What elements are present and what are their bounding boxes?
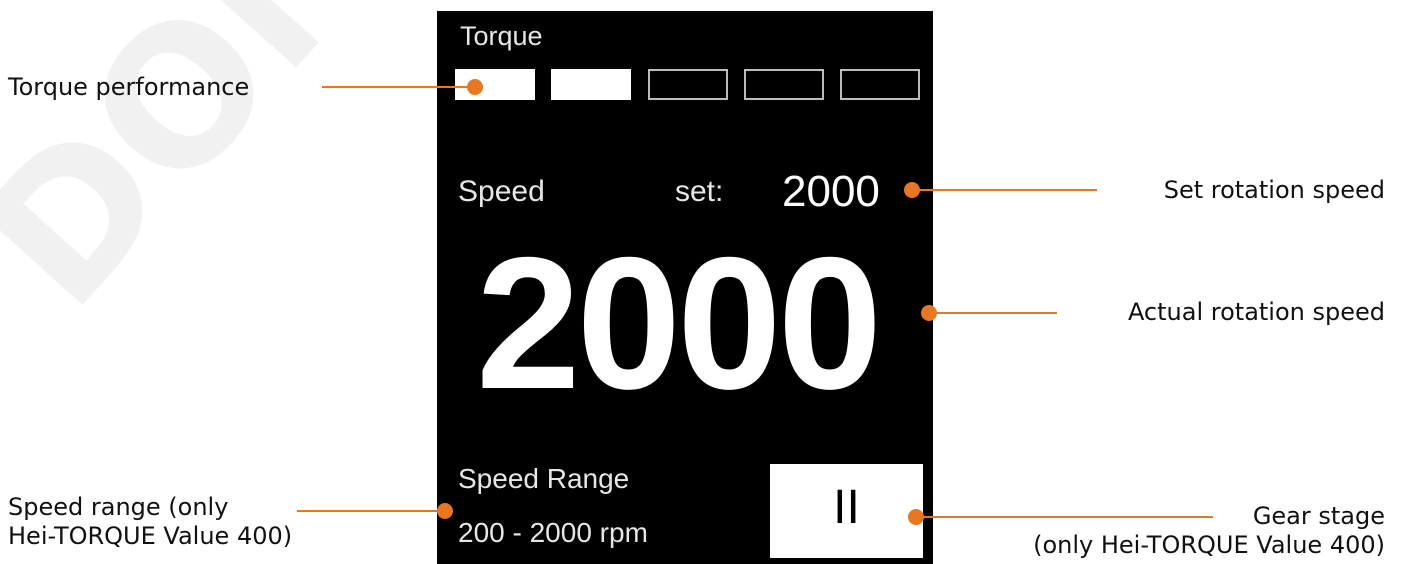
leader-dot-set-speed <box>904 182 920 198</box>
leader-dot-gear-stage <box>908 509 924 525</box>
leader-dot-speed-range <box>437 503 453 519</box>
annotation-torque-performance: Torque performance <box>8 73 250 101</box>
annotation-set-rotation-speed: Set rotation speed <box>1163 176 1385 204</box>
annotation-speed-range-line1: Speed range (only <box>8 493 229 521</box>
annotation-gear-stage-line2: (only Hei-TORQUE Value 400) <box>1033 530 1385 559</box>
leader-dot-actual-speed <box>921 305 937 321</box>
annotation-gear-stage: Gear stage (only Hei-TORQUE Value 400) <box>1033 502 1385 560</box>
annotation-speed-range-line2: Hei-TORQUE Value 400) <box>8 521 293 550</box>
leader-dot-torque <box>467 79 483 95</box>
annotation-actual-rotation-speed: Actual rotation speed <box>1127 298 1385 326</box>
annotation-speed-range: Speed range (only Hei-TORQUE Value 400) <box>8 493 292 551</box>
annotation-gear-stage-line1: Gear stage <box>1252 502 1385 530</box>
